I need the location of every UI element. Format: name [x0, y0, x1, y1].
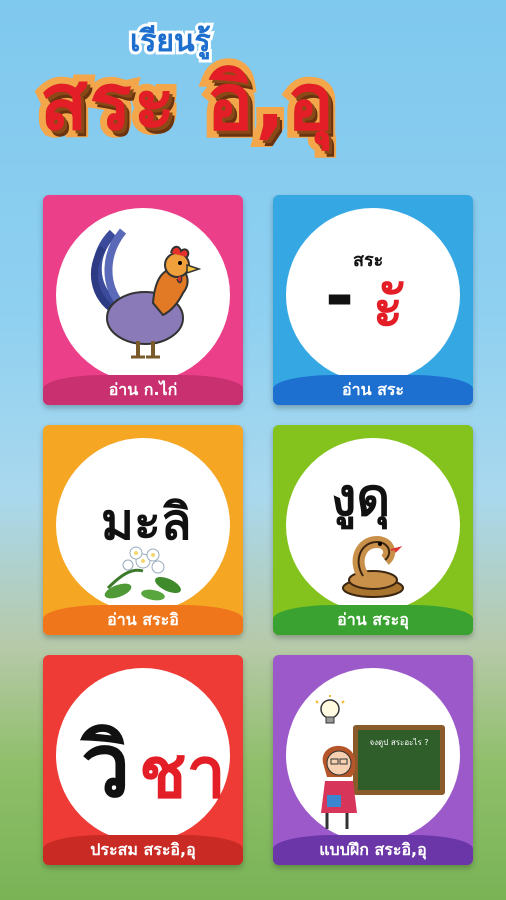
- word-text: งูดุ: [331, 468, 391, 528]
- title-main: สระ อิ,อุ: [33, 51, 341, 155]
- card-label-band: แบบฝึก สระอิ,อุ: [273, 835, 473, 865]
- teacher-icon: [321, 745, 357, 829]
- word-text-b: ชา: [139, 732, 226, 814]
- menu-card-read-vowel-u[interactable]: งูดุ อ่าน สระอุ: [273, 425, 473, 635]
- rooster-icon: [91, 228, 202, 359]
- card-label-band: อ่าน สระอิ: [43, 605, 243, 635]
- menu-card-exercise[interactable]: จงดูป สระอะไร ? แบบฝึก สระอิ,อุ: [273, 655, 473, 865]
- vowel-glyph: ะั: [373, 276, 404, 341]
- dash-glyph: -: [325, 255, 355, 337]
- card-label: แบบฝึก สระอิ,อุ: [319, 839, 427, 859]
- card-label-band: อ่าน ก.ไก่: [43, 375, 243, 405]
- snake-icon: [342, 535, 404, 598]
- lightbulb-icon: [315, 695, 345, 724]
- word-text-a: วิ: [81, 714, 131, 817]
- jasmine-flower-icon: [104, 546, 181, 601]
- app-title: เรียนรู้ เรียนรู้ สระ อิ,อุ: [0, 0, 506, 185]
- menu-card-read-alphabet[interactable]: อ่าน ก.ไก่: [43, 195, 243, 405]
- card-label: อ่าน สระอุ: [337, 609, 409, 629]
- card-label: ประสม สระอิ,อุ: [90, 839, 196, 859]
- card-label-band: อ่าน สระอุ: [273, 605, 473, 635]
- card-label: อ่าน ก.ไก่: [108, 379, 178, 399]
- card-label: อ่าน สระอิ: [107, 609, 179, 629]
- menu-card-read-vowels[interactable]: สระ - ะั อ่าน สระ: [273, 195, 473, 405]
- card-label-band: อ่าน สระ: [273, 375, 473, 405]
- card-label: อ่าน สระ: [341, 379, 405, 399]
- card-label-band: ประสม สระอิ,อุ: [43, 835, 243, 865]
- menu-card-read-vowel-i[interactable]: มะลิ อ่าน สระอิ: [43, 425, 243, 635]
- menu-card-combine-vowels[interactable]: วิ ชา ประสม สระอิ,อุ: [43, 655, 243, 865]
